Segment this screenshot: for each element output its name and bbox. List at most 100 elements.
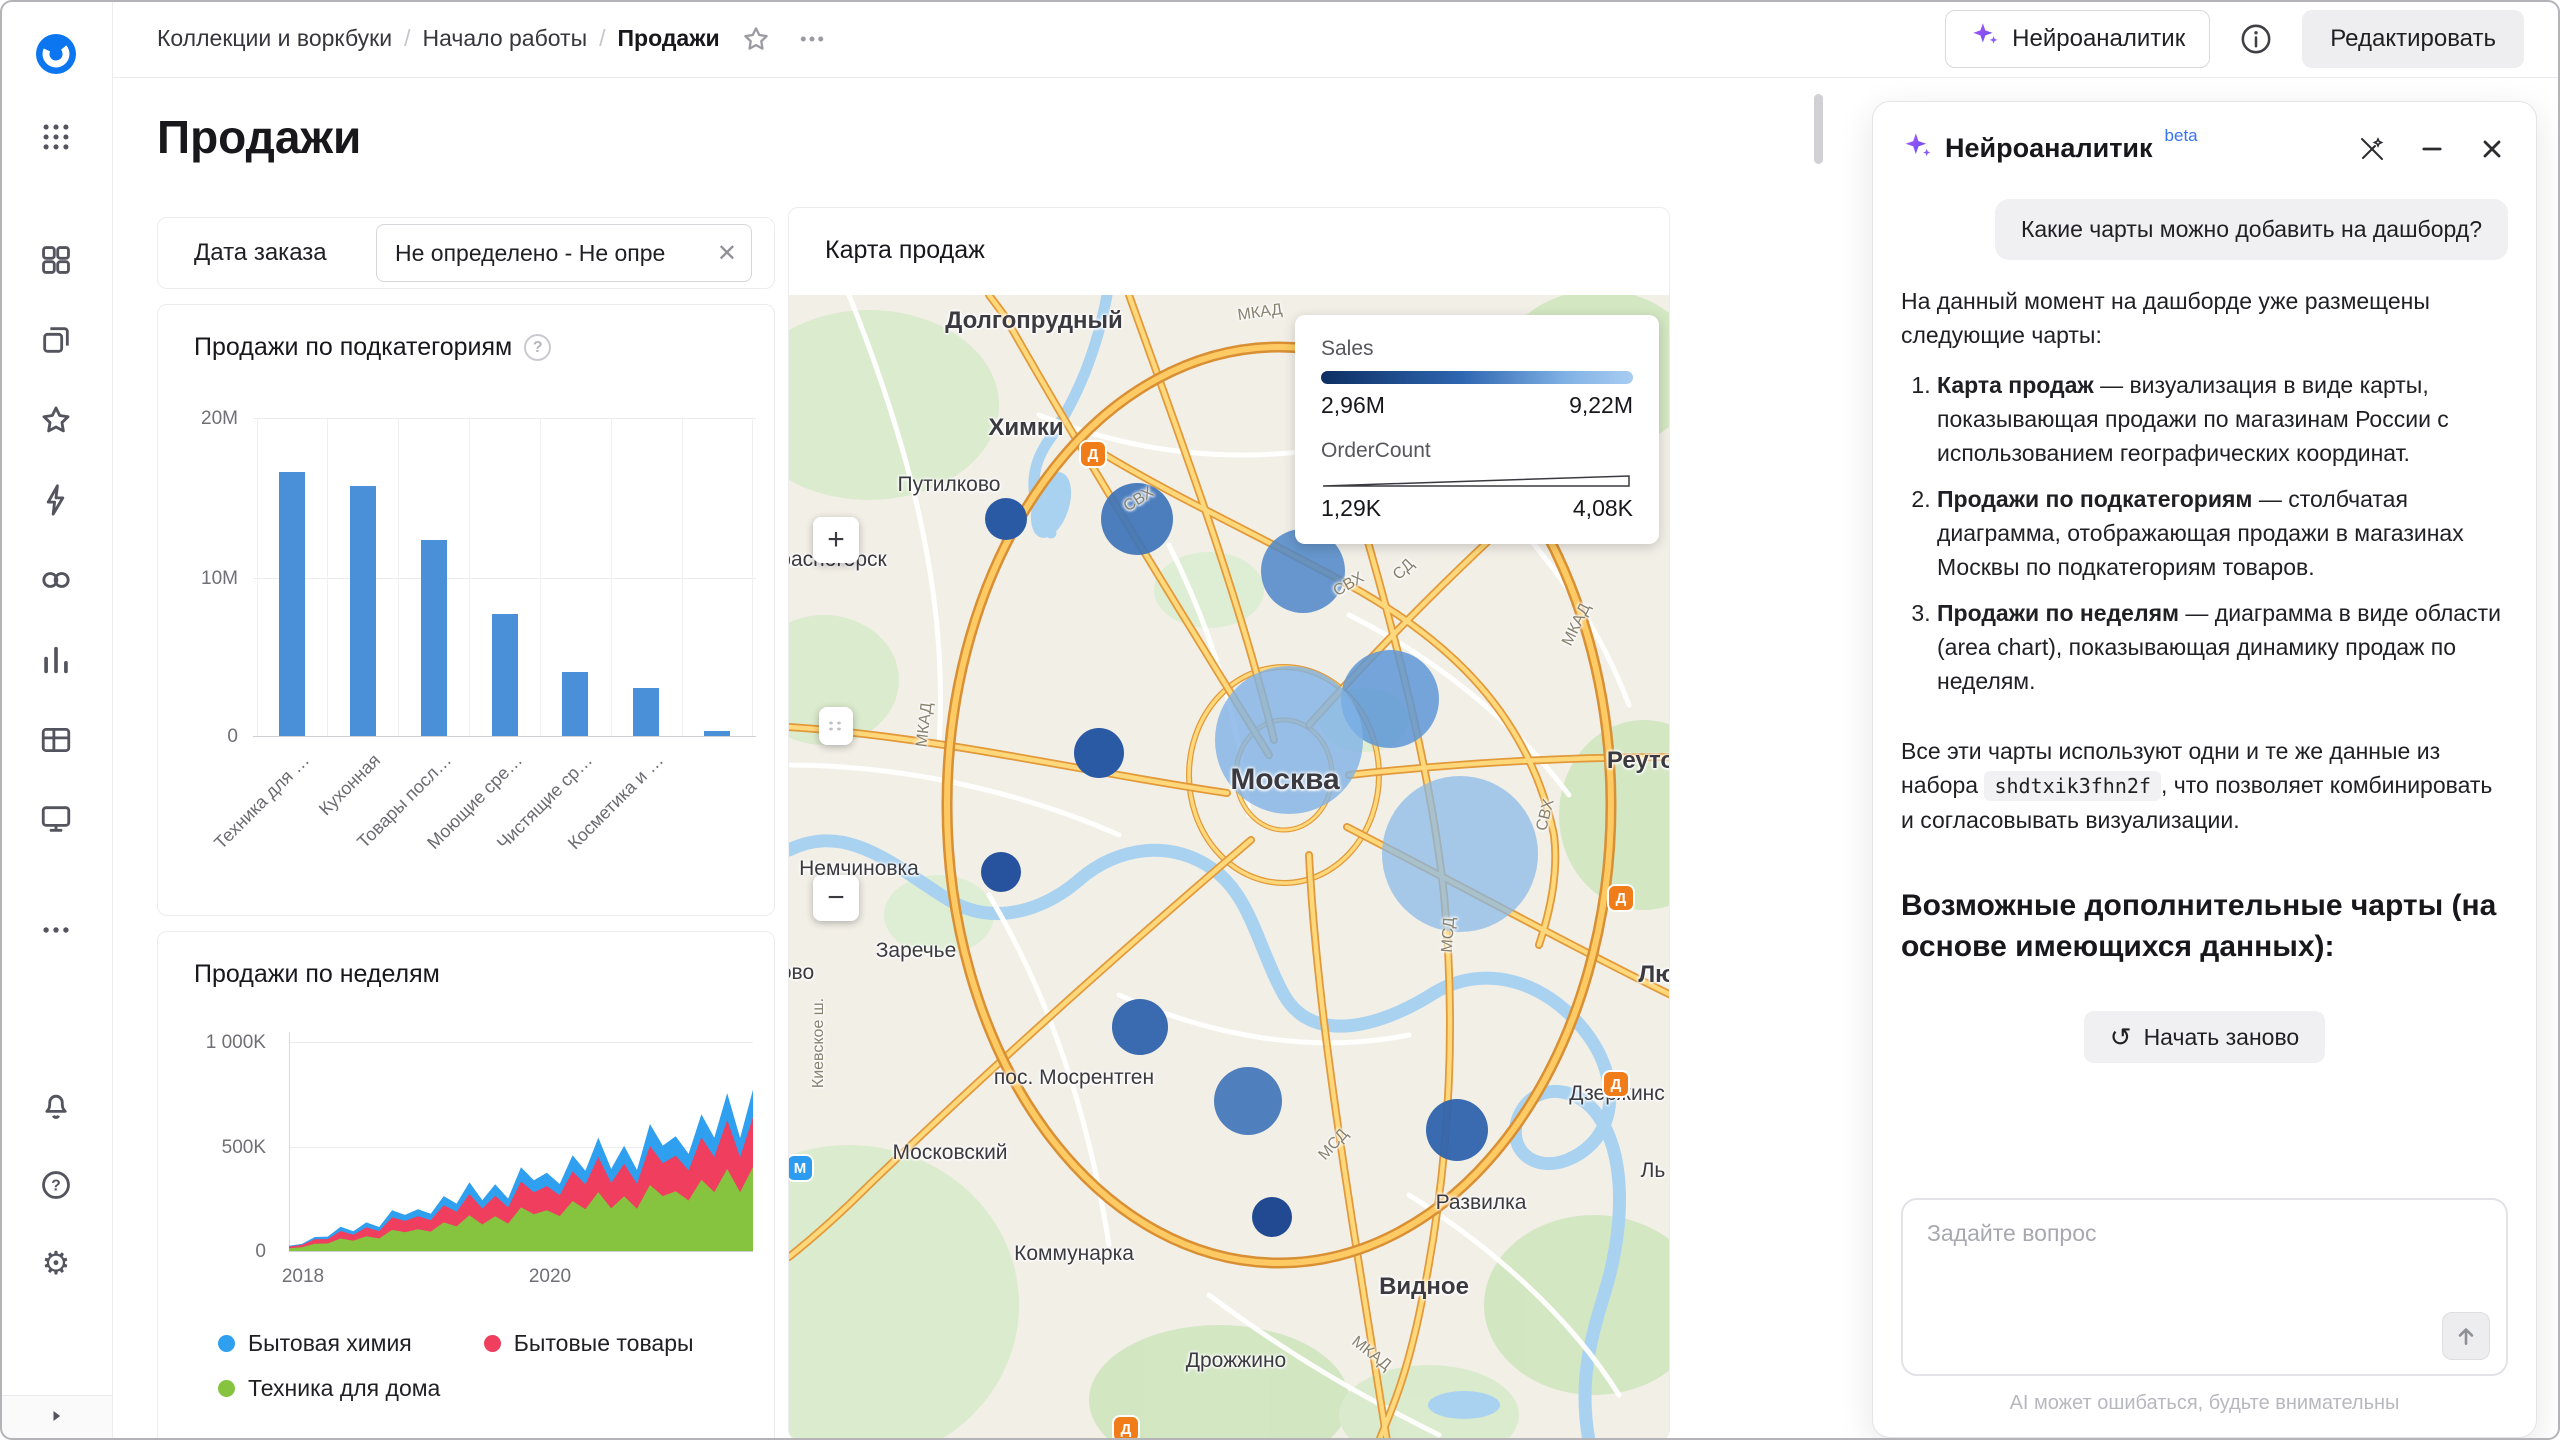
bar[interactable] <box>562 672 588 736</box>
zoom-out-button[interactable]: − <box>813 875 859 921</box>
collections-icon[interactable] <box>36 240 76 280</box>
drag-dots-icon <box>827 720 845 732</box>
breadcrumb-collections[interactable]: Коллекции и воркбуки <box>157 25 392 52</box>
breadcrumb: Коллекции и воркбуки / Начало работы / П… <box>157 25 720 52</box>
transit-station-icon: М <box>789 1156 812 1180</box>
place-label: Ль <box>1641 1159 1666 1183</box>
restart-label: Начать заново <box>2144 1024 2300 1051</box>
map-title: Карта продаж <box>825 236 985 265</box>
place-label: пос. Мосрентген <box>994 1066 1154 1090</box>
chart-list: Карта продаж — визуализация в виде карты… <box>1901 368 2508 710</box>
list-item: Карта продаж — визуализация в виде карты… <box>1937 368 2508 470</box>
panel-title: Нейроаналитик <box>1945 133 2153 164</box>
dashboard-scrollbar[interactable] <box>1814 94 1823 164</box>
date-filter-value: Не определено - Не опре <box>395 240 711 267</box>
dataset-code-chip[interactable]: shdtxik3fhn2f <box>1984 771 2161 801</box>
send-button[interactable] <box>2442 1312 2490 1360</box>
list-item: Продажи по подкатегориям — столбчатая ди… <box>1937 482 2508 584</box>
datalens-logo[interactable] <box>36 34 76 74</box>
minimize-icon[interactable] <box>2416 133 2448 165</box>
charts-icon[interactable] <box>36 640 76 680</box>
filter-label: Дата заказа <box>194 239 327 267</box>
transit-station-icon: Д <box>1609 886 1633 910</box>
question-input[interactable] <box>1903 1200 2506 1374</box>
gridline <box>327 418 328 736</box>
favorite-star-icon[interactable] <box>736 19 776 59</box>
bar[interactable] <box>350 486 376 736</box>
area-chart[interactable] <box>289 1032 753 1252</box>
settings-icon[interactable]: ⚙ <box>36 1243 76 1283</box>
road-label: МКАД <box>1559 601 1595 649</box>
bar[interactable] <box>421 540 447 736</box>
gridline <box>682 418 683 736</box>
place-label: Химки <box>988 414 1063 442</box>
clear-filter-icon[interactable]: ✕ <box>717 239 737 268</box>
assistant-subheading: Возможные дополнительные чарты (на основ… <box>1901 885 2508 967</box>
ordercount-max: 4,08K <box>1573 495 1633 522</box>
map-legend: Sales 2,96M 9,22M OrderCount 1,29K 4,08K <box>1295 315 1659 544</box>
transit-station-icon: Д <box>1081 442 1105 466</box>
breadcrumb-current: Продажи <box>618 25 720 52</box>
transit-station-icon: Д <box>1114 1417 1138 1439</box>
bar[interactable] <box>704 731 730 736</box>
place-label: Заречье <box>876 939 957 963</box>
legend-item[interactable]: Техника для дома <box>218 1375 440 1402</box>
area-chart-title: Продажи по неделям <box>194 960 440 989</box>
bar-chart-widget: Продажи по подкатегориям ? 20M 10M 0 Тех… <box>157 304 775 916</box>
ai-disclaimer: AI может ошибаться, будьте внимательны <box>1901 1392 2508 1415</box>
gridline <box>257 418 258 736</box>
more-actions-icon[interactable] <box>792 19 832 59</box>
sidebar-collapse-strip[interactable] <box>0 1395 112 1440</box>
info-icon[interactable] <box>2236 19 2276 59</box>
road-label: СВХ <box>1331 569 1368 601</box>
ordercount-legend-label: OrderCount <box>1321 439 1633 463</box>
neuro-analyst-button[interactable]: Нейроаналитик <box>1945 10 2210 68</box>
legend-item[interactable]: Бытовые товары <box>484 1330 694 1357</box>
legend-label: Бытовые товары <box>514 1330 694 1357</box>
notifications-icon[interactable] <box>36 1085 76 1125</box>
magic-wand-off-icon[interactable] <box>2356 133 2388 165</box>
sparkle-icon <box>1970 20 2000 57</box>
help-icon[interactable]: ? <box>36 1165 76 1205</box>
quick-actions-icon[interactable] <box>36 480 76 520</box>
neuro-analyst-panel: Нейроаналитик beta Какие чарты можно доб… <box>1872 101 2537 1438</box>
close-icon[interactable] <box>2476 133 2508 165</box>
more-icon[interactable] <box>36 910 76 950</box>
breadcrumb-separator: / <box>404 25 410 52</box>
legend-item[interactable]: Бытовая химия <box>218 1330 412 1357</box>
apps-grid-icon[interactable] <box>36 117 76 157</box>
sales-map[interactable]: ДолгопрудныйХимкиПутилковорасногорскМоск… <box>789 295 1669 1439</box>
y-tick: 500K <box>162 1137 266 1159</box>
legend-label: Бытовая химия <box>248 1330 412 1357</box>
tables-icon[interactable] <box>36 720 76 760</box>
legend-label: Техника для дома <box>248 1375 440 1402</box>
bar[interactable] <box>279 472 305 736</box>
zoom-drag-handle[interactable] <box>819 707 853 745</box>
gridline <box>469 418 470 736</box>
legend-dot <box>484 1335 501 1352</box>
bar[interactable] <box>633 688 659 736</box>
edit-button[interactable]: Редактировать <box>2302 10 2524 68</box>
datasets-icon[interactable] <box>36 560 76 600</box>
bar[interactable] <box>492 614 518 736</box>
restart-button[interactable]: ↺ Начать заново <box>2084 1011 2325 1063</box>
ordercount-wedge <box>1321 473 1633 489</box>
x-tick: 2020 <box>529 1266 571 1288</box>
place-label: Москва <box>1230 763 1339 797</box>
workbooks-icon[interactable] <box>36 320 76 360</box>
place-label: Коммунарка <box>1014 1242 1134 1266</box>
svg-text:?: ? <box>51 1178 61 1195</box>
gridline <box>752 418 753 736</box>
sales-min: 2,96M <box>1321 392 1385 419</box>
place-label: Московский <box>892 1141 1007 1165</box>
place-label: Реуто <box>1607 747 1669 775</box>
favorites-icon[interactable] <box>36 400 76 440</box>
zoom-in-button[interactable]: + <box>813 517 859 563</box>
place-label: ово <box>789 961 814 985</box>
dashboards-icon[interactable] <box>36 799 76 839</box>
road-label: СВХ <box>1533 797 1558 833</box>
date-filter-select[interactable]: Не определено - Не опре ✕ <box>376 224 752 282</box>
breadcrumb-getting-started[interactable]: Начало работы <box>422 25 587 52</box>
road-label: МКАД <box>1348 1333 1394 1375</box>
x-tick: 2018 <box>282 1266 324 1288</box>
